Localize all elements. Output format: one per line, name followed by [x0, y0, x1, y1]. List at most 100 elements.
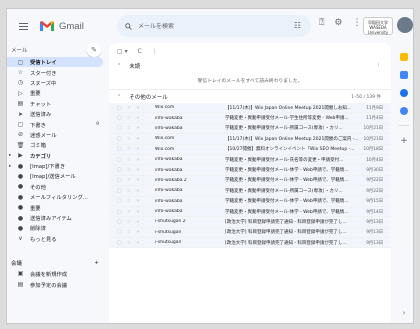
email-row[interactable]: ▢ ☆ » info-wakaba 学籍変更・異動申請受付メール-所属コース(専攻）・カ…: [109, 186, 391, 197]
account-avatar[interactable]: [397, 17, 413, 33]
star-icon[interactable]: ☆: [127, 219, 131, 225]
star-icon[interactable]: ☆: [127, 240, 131, 246]
tasks-icon[interactable]: [400, 89, 408, 97]
select-all-checkbox[interactable]: ▢ ▾: [117, 48, 128, 55]
search-bar[interactable]: ☷: [117, 15, 311, 37]
checkbox-icon[interactable]: ▢: [117, 105, 122, 111]
star-icon[interactable]: ☆: [127, 125, 131, 131]
email-row[interactable]: ▢ ☆ » info-wakaba 学籍変更・異動申請受付メール-休学 - Web申請で…: [109, 196, 391, 207]
email-row[interactable]: ▢ ☆ » i-shutsugan [政治大学] 科目登録申請完了通知 - 科目登録申請…: [109, 227, 391, 239]
email-row[interactable]: ▢ ☆ » Wix.com 【11/17(木)】Wix Japan Online Mee…: [109, 103, 391, 114]
chevron-up-icon[interactable]: ⌃: [117, 94, 121, 100]
refresh-icon[interactable]: C: [138, 48, 142, 55]
important-marker-icon[interactable]: »: [136, 136, 139, 142]
checkbox-icon[interactable]: ▢: [117, 209, 122, 215]
important-marker-icon[interactable]: »: [136, 198, 139, 204]
sidebar-item[interactable]: ● その他: [7, 182, 107, 192]
sidebar-item[interactable]: ∨ もっと見る: [7, 234, 107, 244]
email-row[interactable]: ▢ ☆ » info-wakaba 学籍変更・異動申請受付メール-学生住所等変更 - W…: [109, 113, 391, 124]
expand-arrow-icon[interactable]: ▸: [9, 153, 11, 158]
email-row[interactable]: ▢ ☆ » info-wakaba 学籍変更・異動申請受付メール-氏名等の変更・申請受付…: [109, 154, 391, 166]
email-row[interactable]: ▢ ☆ » i-shutsugan 2 [政治大学] 科目登録申請完了通知 - 科目登録…: [109, 217, 391, 228]
checkbox-icon[interactable]: ▢: [117, 240, 122, 246]
star-icon[interactable]: ☆: [127, 115, 131, 121]
important-marker-icon[interactable]: »: [136, 105, 139, 111]
add-addon-icon[interactable]: +: [400, 136, 408, 146]
checkbox-icon[interactable]: ▢: [117, 157, 122, 163]
sidebar-item[interactable]: ▷ 重要: [7, 88, 107, 98]
calendar-icon[interactable]: [400, 53, 408, 61]
compose-button[interactable]: ✎: [87, 43, 101, 57]
sidebar-item[interactable]: ▤ チャット: [7, 99, 107, 109]
other-section-header[interactable]: ⌃ その他のメール 1–50 / 139 件: [109, 90, 391, 103]
unread-section-header[interactable]: ⌃ 未読 ⋮: [109, 59, 391, 72]
sidebar-item[interactable]: ⊘ 迷惑メール: [7, 130, 107, 140]
important-marker-icon[interactable]: »: [136, 229, 139, 235]
email-row[interactable]: ▢ ☆ » Wix.com 【10/27開催】無料オンラインイベント「Wix SEO M…: [109, 144, 391, 155]
important-marker-icon[interactable]: »: [136, 219, 139, 225]
star-icon[interactable]: ☆: [127, 188, 131, 194]
important-marker-icon[interactable]: »: [136, 188, 139, 194]
checkbox-icon[interactable]: ▢: [117, 146, 122, 152]
star-icon[interactable]: ☆: [127, 177, 131, 183]
sidebar-item[interactable]: ◷ スヌーズ中: [7, 78, 107, 88]
meet-item[interactable]: ▣ 会議を新規作成: [7, 268, 107, 279]
email-row[interactable]: ▢ ☆ » Wix.com 【11/17(木)】Wix Japan Online Mee…: [109, 134, 391, 145]
important-marker-icon[interactable]: »: [136, 240, 139, 246]
important-marker-icon[interactable]: »: [136, 146, 139, 152]
gmail-logo[interactable]: Gmail: [39, 20, 109, 32]
sidebar-item[interactable]: ▸ ▶ カテゴリ: [7, 151, 107, 161]
important-marker-icon[interactable]: »: [136, 115, 139, 121]
checkbox-icon[interactable]: ▢: [117, 219, 122, 225]
sidebar-item[interactable]: ▢ 下書き 9: [7, 119, 107, 129]
checkbox-icon[interactable]: ▢: [117, 115, 122, 121]
sidebar-item[interactable]: ▸ ● [Imap]/下書き: [7, 161, 107, 171]
important-marker-icon[interactable]: »: [136, 167, 139, 173]
sidebar-item[interactable]: ▢ 受信トレイ: [7, 57, 103, 68]
sidebar-item[interactable]: ● 重要: [7, 202, 107, 212]
checkbox-icon[interactable]: ▢: [117, 177, 122, 183]
email-row[interactable]: ▢ ☆ » info-wakaba 学籍変更・異動申請受付メール-所属コース(専攻）・カ…: [109, 123, 391, 135]
star-icon[interactable]: ☆: [127, 229, 131, 235]
sidebar-item[interactable]: ● メールフィルタリング...: [7, 192, 107, 202]
keep-icon[interactable]: [400, 71, 408, 79]
contacts-icon[interactable]: [400, 107, 408, 115]
star-icon[interactable]: ☆: [127, 146, 131, 152]
checkbox-icon[interactable]: ▢: [117, 198, 122, 204]
search-icon[interactable]: [125, 22, 132, 30]
sidebar-item[interactable]: ● 送信済みアイテム: [7, 213, 107, 223]
sidebar-item[interactable]: ● 削除済: [7, 223, 107, 233]
more-options-icon[interactable]: ⋮: [152, 48, 158, 55]
checkbox-icon[interactable]: ▢: [117, 167, 122, 173]
star-icon[interactable]: ☆: [127, 167, 131, 173]
help-icon[interactable]: ⍰: [319, 18, 324, 28]
email-row[interactable]: ▢ ☆ » i-shutsugan [政治大学] 科目登録申請完了通知 - 科目登録申請…: [109, 238, 391, 249]
star-icon[interactable]: ☆: [127, 209, 131, 215]
checkbox-icon[interactable]: ▢: [117, 188, 122, 194]
chevron-up-icon[interactable]: ⌃: [117, 63, 121, 69]
star-icon[interactable]: ☆: [127, 157, 131, 163]
email-row[interactable]: ▢ ☆ » info-wakaba 学籍変更・異動申請受付メール-休学 - Web申請で…: [109, 165, 391, 176]
important-marker-icon[interactable]: »: [136, 209, 139, 215]
checkbox-icon[interactable]: ▢: [117, 136, 122, 142]
menu-icon[interactable]: [13, 22, 33, 30]
search-input[interactable]: [132, 22, 272, 30]
expand-arrow-icon[interactable]: ▸: [9, 164, 11, 169]
sidebar-item[interactable]: ● [Imap]/送信メール: [7, 171, 107, 181]
search-options-icon[interactable]: ☷: [294, 21, 301, 30]
email-row[interactable]: ▢ ☆ » info-wakaba 学籍変更・異動申請受付メール-休学 - Web申請で…: [109, 206, 391, 218]
checkbox-icon[interactable]: ▢: [117, 125, 122, 131]
sidebar-item[interactable]: ☆ スター付き: [7, 67, 107, 77]
important-marker-icon[interactable]: »: [136, 157, 139, 163]
important-marker-icon[interactable]: »: [136, 125, 139, 131]
section-more-icon[interactable]: ⋮: [377, 63, 382, 68]
email-row[interactable]: ▢ ☆ » info-wakaba 2 学籍変更・異動申請受付メール-休学 - Web申…: [109, 175, 391, 187]
important-marker-icon[interactable]: »: [136, 177, 139, 183]
meet-item[interactable]: ▤ 参加予定の会議: [7, 279, 107, 290]
chevron-right-icon[interactable]: ›: [403, 309, 406, 317]
star-icon[interactable]: ☆: [127, 136, 131, 142]
sidebar-item[interactable]: ➤ 送信済み: [7, 109, 107, 119]
settings-gear-icon[interactable]: ⚙: [334, 18, 342, 28]
add-icon[interactable]: +: [94, 260, 99, 266]
star-icon[interactable]: ☆: [127, 198, 131, 204]
